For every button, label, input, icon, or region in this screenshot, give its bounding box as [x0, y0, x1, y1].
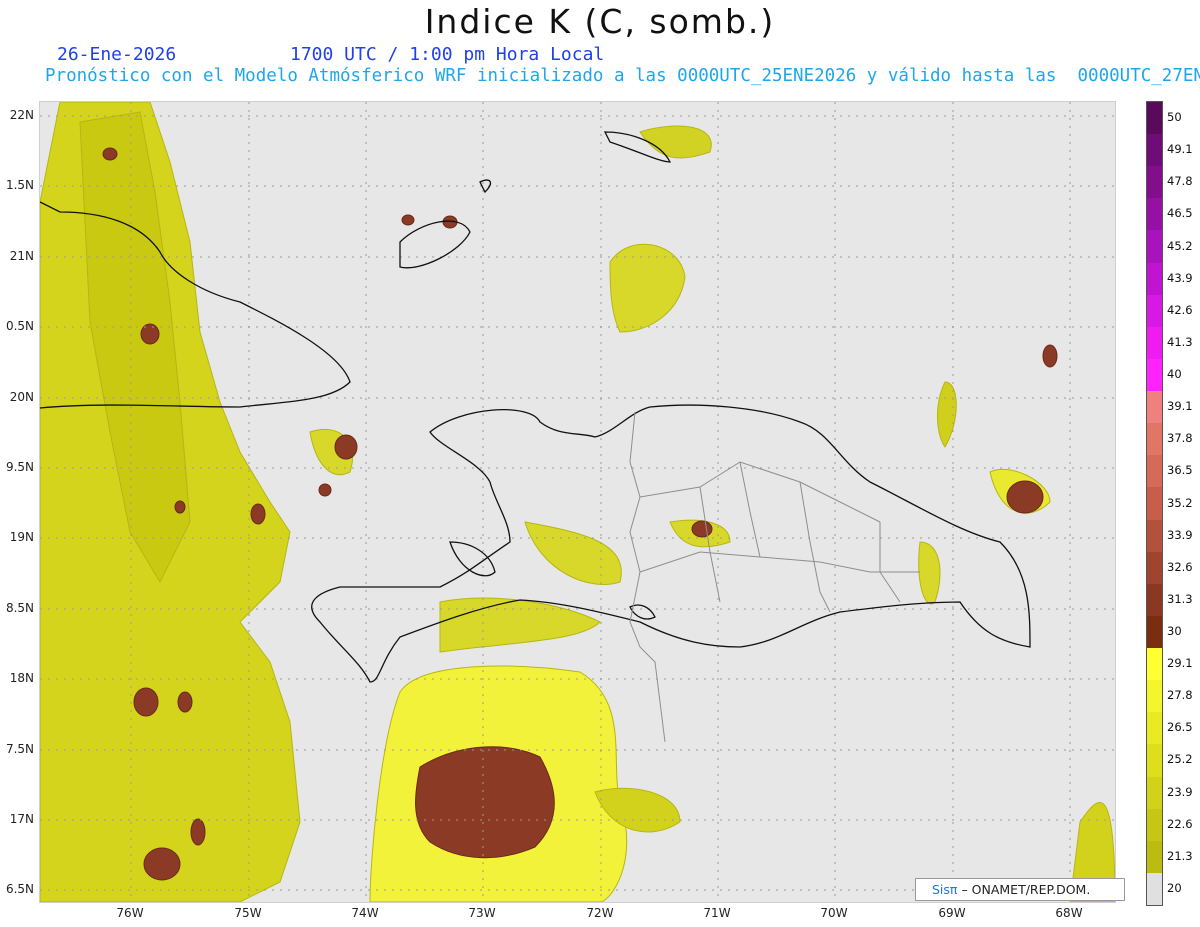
forecast-date: 26-Ene-2026 [57, 44, 177, 65]
colorbar-segment [1147, 487, 1162, 521]
colorbar-tick-label: 22.6 [1167, 816, 1193, 831]
colorbar-tick-label: 50 [1167, 110, 1182, 125]
colorbar-segment [1147, 519, 1162, 553]
lon-label: 68W [1055, 906, 1083, 920]
colorbar-segment [1147, 134, 1162, 167]
lat-label: 9.5N [5, 460, 34, 474]
lat-label: 1.5N [5, 178, 34, 192]
lat-label: 21N [9, 249, 34, 263]
lon-label: 73W [468, 906, 496, 920]
colorbar-tick-label: 21.3 [1167, 848, 1193, 863]
colorbar-segment [1147, 391, 1162, 424]
lon-label: 70W [820, 906, 848, 920]
colorbar-tick-label: 37.8 [1167, 431, 1193, 446]
colorbar-segment [1147, 776, 1162, 810]
colorbar-segment [1147, 840, 1162, 874]
k-index-fields [40, 102, 1115, 902]
colorbar-segment [1147, 808, 1162, 842]
lat-label: 18N [9, 671, 34, 685]
lat-label: 22N [9, 108, 34, 122]
chart-title: Indice K (C, somb.) [424, 2, 776, 41]
colorbar-segment [1147, 551, 1162, 585]
colorbar-segment [1147, 358, 1162, 392]
colorbar-tick-label: 42.6 [1167, 302, 1193, 317]
lon-label: 76W [116, 906, 144, 920]
map-area [39, 101, 1116, 903]
credit-box: Sisπ – ONAMET/REP.DOM. [915, 878, 1125, 901]
colorbar-tick-label: 43.9 [1167, 270, 1193, 285]
colorbar-tick-label: 31.3 [1167, 591, 1193, 606]
colorbar-tick-label: 29.1 [1167, 656, 1193, 671]
colorbar-tick-label: 47.8 [1167, 174, 1193, 189]
lat-label: 7.5N [5, 742, 34, 756]
colorbar-segment [1147, 230, 1162, 264]
credit-text: – ONAMET/REP.DOM. [961, 882, 1091, 897]
colorbar-tick-label: 30 [1167, 623, 1182, 638]
colorbar-tick-label: 41.3 [1167, 334, 1193, 349]
colorbar-tick-label: 27.8 [1167, 688, 1193, 703]
colorbar-segment [1147, 583, 1162, 617]
colorbar-segment [1147, 680, 1162, 713]
colorbar-tick-label: 20 [1167, 880, 1182, 895]
lat-label: 6.5N [5, 882, 34, 896]
colorbar-segment [1147, 198, 1162, 231]
colorbar-segment [1147, 262, 1162, 296]
colorbar [1146, 101, 1163, 906]
sispi-logo: Sisπ [932, 882, 958, 897]
colorbar-segment [1147, 872, 1162, 906]
lat-label: 17N [9, 812, 34, 826]
k-index-map [40, 102, 1115, 902]
forecast-description: Pronóstico con el Modelo Atmósferico WRF… [45, 66, 1200, 86]
colorbar-tick-label: 35.2 [1167, 495, 1193, 510]
colorbar-tick-label: 40 [1167, 367, 1182, 382]
colorbar-segment [1147, 423, 1162, 456]
admin-borders [629, 411, 920, 743]
lat-label: 0.5N [5, 319, 34, 333]
colorbar-segment [1147, 166, 1162, 199]
colorbar-tick-label: 49.1 [1167, 142, 1193, 157]
colorbar-segment [1147, 455, 1162, 488]
lon-label: 74W [351, 906, 379, 920]
lon-label: 72W [586, 906, 614, 920]
colorbar-segment [1147, 294, 1162, 328]
forecast-time: 1700 UTC / 1:00 pm Hora Local [290, 44, 605, 65]
lon-label: 75W [234, 906, 262, 920]
colorbar-tick-label: 26.5 [1167, 720, 1193, 735]
colorbar-segment [1147, 712, 1162, 745]
lat-label: 8.5N [5, 601, 34, 615]
colorbar-tick-label: 45.2 [1167, 238, 1193, 253]
colorbar-tick-label: 39.1 [1167, 399, 1193, 414]
lon-label: 69W [938, 906, 966, 920]
colorbar-tick-label: 23.9 [1167, 784, 1193, 799]
colorbar-tick-label: 36.5 [1167, 463, 1193, 478]
lat-label: 20N [9, 390, 34, 404]
colorbar-segment [1147, 744, 1162, 777]
colorbar-segment [1147, 648, 1162, 681]
lat-label: 19N [9, 530, 34, 544]
colorbar-tick-label: 25.2 [1167, 752, 1193, 767]
colorbar-tick-label: 46.5 [1167, 206, 1193, 221]
colorbar-segment [1147, 615, 1162, 649]
colorbar-tick-label: 32.6 [1167, 559, 1193, 574]
colorbar-segment [1147, 102, 1162, 135]
lon-label: 71W [703, 906, 731, 920]
colorbar-segment [1147, 326, 1162, 360]
colorbar-tick-label: 33.9 [1167, 527, 1193, 542]
